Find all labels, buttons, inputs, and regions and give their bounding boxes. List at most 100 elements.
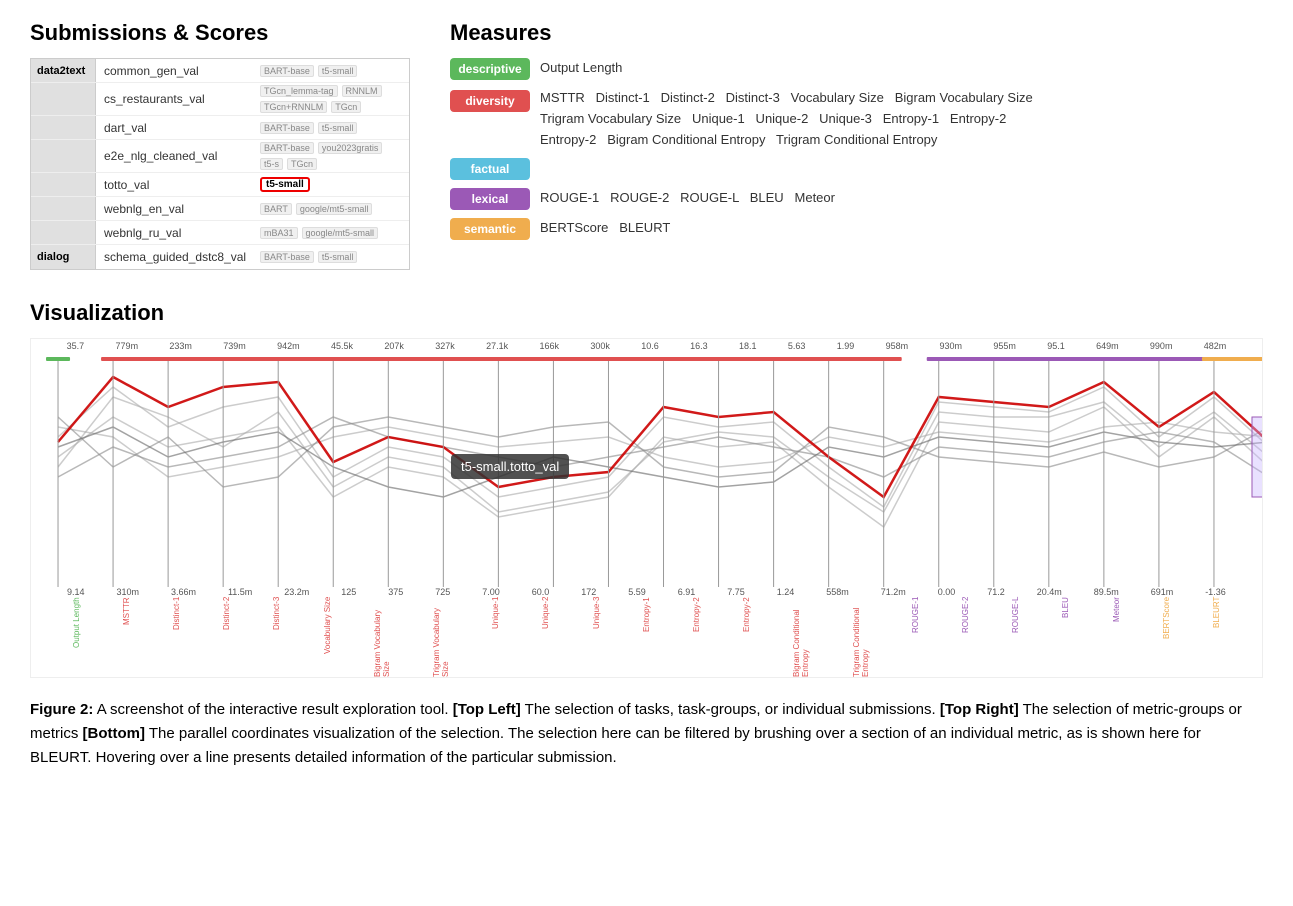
badge-lexical: lexical — [450, 188, 530, 210]
measure-items-descriptive: Output Length — [540, 58, 1263, 79]
model-tag: t5-small — [318, 122, 358, 134]
task-label-data2text: data2text — [31, 59, 96, 82]
measure-items-semantic: BERTScore BLEURT — [540, 218, 1263, 239]
table-row: cs_restaurants_val TGcn_lemma-tag RNNLM … — [31, 83, 409, 116]
task-label-empty — [31, 221, 96, 244]
axis-label: Trigram Vocabulary Size — [432, 597, 450, 677]
highlighted-model: t5-small — [260, 177, 310, 192]
visualization-section: Visualization 35.7 779m 233m 739m 942m 4… — [30, 300, 1263, 678]
axis-label: BLEU — [1061, 597, 1070, 677]
axis-label: Unique-1 — [491, 597, 500, 677]
task-label-empty — [31, 83, 96, 115]
model-tag: t5-small — [318, 65, 358, 77]
sub-models: t5-small — [256, 175, 409, 194]
caption-section: Figure 2: A screenshot of the interactiv… — [30, 698, 1263, 770]
sub-name: dart_val — [96, 119, 256, 137]
sub-name: webnlg_ru_val — [96, 224, 256, 242]
axis-val: 1.99 — [837, 341, 855, 351]
measures-panel: Measures descriptive Output Length diver… — [450, 20, 1263, 270]
axis-label: Distinct-1 — [172, 597, 181, 677]
sub-name: cs_restaurants_val — [96, 90, 256, 108]
visualization-title: Visualization — [30, 300, 1263, 326]
axis-val: 233m — [169, 341, 192, 351]
sub-name: common_gen_val — [96, 62, 256, 80]
task-label-empty — [31, 173, 96, 196]
axis-val: 990m — [1150, 341, 1173, 351]
axis-top: 35.7 779m 233m 739m 942m 45.5k 207k 327k… — [31, 341, 1262, 351]
task-label-empty — [31, 140, 96, 172]
axis-val: 327k — [435, 341, 455, 351]
table-row: totto_val t5-small — [31, 173, 409, 197]
model-tag: google/mt5-small — [302, 227, 379, 239]
model-tag: t5-s — [260, 158, 283, 170]
measure-items-lexical: ROUGE-1 ROUGE-2 ROUGE-L BLEU Meteor — [540, 188, 1263, 209]
axis-val: 166k — [539, 341, 559, 351]
tooltip: t5-small.totto_val — [451, 454, 569, 479]
caption-bold1: [Top Left] — [453, 701, 521, 718]
axis-label: Bigram Vocabulary Size — [373, 597, 391, 677]
axis-val: 955m — [993, 341, 1016, 351]
model-tag: TGcn_lemma-tag — [260, 85, 338, 97]
axis-val: 45.5k — [331, 341, 353, 351]
task-label-dialog: dialog — [31, 245, 96, 269]
sub-name: e2e_nlg_cleaned_val — [96, 147, 256, 165]
axis-label: MSTTR — [122, 597, 131, 677]
axis-val: 16.3 — [690, 341, 708, 351]
task-label-empty — [31, 197, 96, 220]
submissions-panel: Submissions & Scores data2text common_ge… — [30, 20, 410, 270]
caption-bold3: [Bottom] — [83, 725, 145, 742]
axis-label: Entropy-2 — [692, 597, 701, 677]
axis-label: Entropy-1 — [642, 597, 651, 677]
measure-row-descriptive: descriptive Output Length — [450, 58, 1263, 80]
model-tag: google/mt5-small — [296, 203, 373, 215]
viz-container: 35.7 779m 233m 739m 942m 45.5k 207k 327k… — [30, 338, 1263, 678]
axis-label: Bigram Conditional Entropy — [792, 597, 810, 677]
model-tag: BART-base — [260, 65, 314, 77]
model-tag: you2023gratis — [318, 142, 383, 154]
axis-label: ROUGE-L — [1011, 597, 1020, 677]
badge-diversity: diversity — [450, 90, 530, 112]
sub-name: schema_guided_dstc8_val — [96, 248, 256, 266]
sub-models: mBA31 google/mt5-small — [256, 225, 409, 241]
axis-label: Distinct-3 — [272, 597, 281, 677]
axis-val: 930m — [939, 341, 962, 351]
axis-label: Trigram Conditional Entropy — [852, 597, 870, 677]
axis-label: BERTScore — [1162, 597, 1171, 677]
measure-row-semantic: semantic BERTScore BLEURT — [450, 218, 1263, 240]
table-row: data2text common_gen_val BART-base t5-sm… — [31, 59, 409, 83]
model-tag: TGcn — [287, 158, 317, 170]
axis-labels-bottom: Output Length MSTTR Distinct-1 Distinct-… — [31, 592, 1262, 677]
sub-models: BART-base t5-small — [256, 120, 409, 136]
table-row: webnlg_ru_val mBA31 google/mt5-small — [31, 221, 409, 245]
axis-val: 5.63 — [788, 341, 806, 351]
axis-val: 739m — [223, 341, 246, 351]
caption-text1: A screenshot of the interactive result e… — [97, 701, 453, 718]
parallel-coordinates-svg: .pcline { fill: none; stroke-width: 1.5;… — [31, 357, 1262, 587]
axis-label: Unique-2 — [541, 597, 550, 677]
axis-label: Distinct-2 — [222, 597, 231, 677]
measures-title: Measures — [450, 20, 1263, 46]
axis-val: 942m — [277, 341, 300, 351]
axis-val: 27.1k — [486, 341, 508, 351]
caption-text4: The parallel coordinates visualization o… — [30, 725, 1201, 766]
submissions-title: Submissions & Scores — [30, 20, 410, 46]
axis-val: 649m — [1096, 341, 1119, 351]
sub-models: TGcn_lemma-tag RNNLM TGcn+RNNLM TGcn — [256, 83, 409, 115]
top-section: Submissions & Scores data2text common_ge… — [30, 20, 1263, 270]
model-tag: BART-base — [260, 122, 314, 134]
model-tag: t5-small — [318, 251, 358, 263]
model-tag: RNNLM — [342, 85, 382, 97]
measure-row-lexical: lexical ROUGE-1 ROUGE-2 ROUGE-L BLEU Met… — [450, 188, 1263, 210]
measure-items-diversity: MSTTR Distinct-1 Distinct-2 Distinct-3 V… — [540, 88, 1263, 150]
sub-name: webnlg_en_val — [96, 200, 256, 218]
table-row: webnlg_en_val BART google/mt5-small — [31, 197, 409, 221]
axis-label: Entropy-2 — [742, 597, 751, 677]
measures-grid: descriptive Output Length diversity MSTT… — [450, 58, 1263, 240]
axis-label: ROUGE-1 — [911, 597, 920, 677]
model-tag: BART-base — [260, 251, 314, 263]
axis-val: 958m — [886, 341, 909, 351]
measure-row-factual: factual — [450, 158, 1263, 180]
model-tag: BART — [260, 203, 292, 215]
axis-label: Vocabulary Size — [323, 597, 332, 677]
axis-val: 300k — [590, 341, 610, 351]
